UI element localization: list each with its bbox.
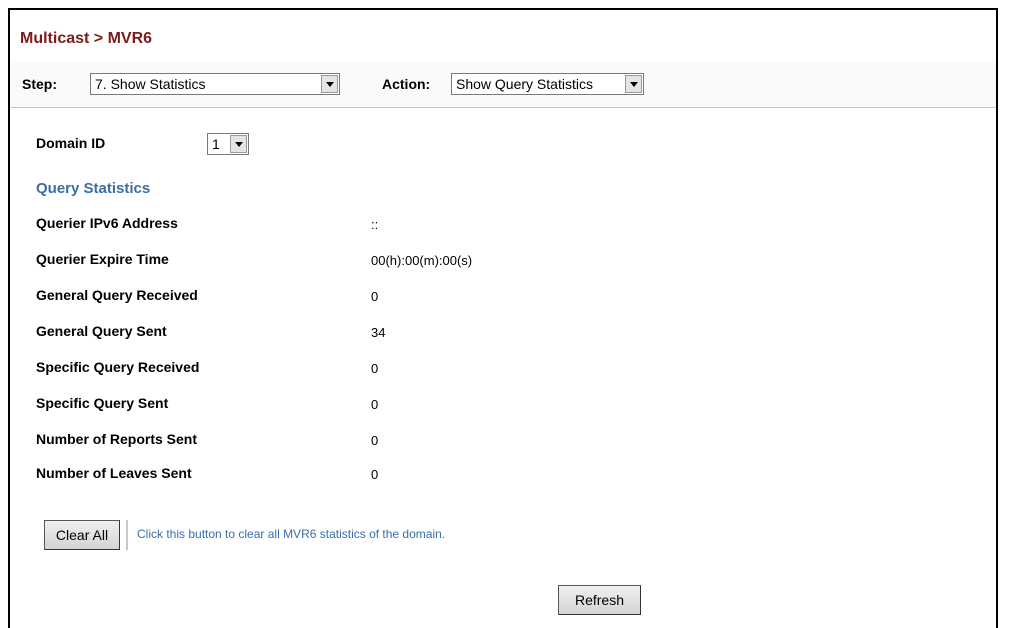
page-title: Multicast > MVR6 bbox=[20, 30, 153, 47]
stat-label: General Query Sent bbox=[36, 323, 167, 339]
domain-id-select[interactable]: 1 bbox=[207, 133, 249, 155]
stat-label: Querier Expire Time bbox=[36, 251, 169, 267]
step-select-value: 7. Show Statistics bbox=[95, 76, 206, 92]
stat-value: 0 bbox=[371, 397, 379, 412]
action-select-value: Show Query Statistics bbox=[456, 76, 593, 92]
stat-label: Specific Query Received bbox=[36, 359, 200, 375]
stat-label: Querier IPv6 Address bbox=[36, 215, 178, 231]
clear-all-button[interactable]: Clear All bbox=[44, 520, 120, 550]
action-label: Action: bbox=[382, 76, 431, 92]
chevron-down-icon bbox=[625, 75, 642, 93]
stat-value: 0 bbox=[371, 467, 379, 482]
domain-id-value: 1 bbox=[212, 136, 220, 152]
stat-value: :: bbox=[371, 217, 379, 232]
clear-all-hint: Click this button to clear all MVR6 stat… bbox=[137, 527, 446, 541]
step-bar: Step: 7. Show Statistics Action: Show Qu… bbox=[10, 62, 996, 108]
stat-value: 0 bbox=[371, 433, 379, 448]
stat-label: Specific Query Sent bbox=[36, 395, 169, 411]
stat-label: Number of Reports Sent bbox=[36, 431, 198, 447]
stat-value: 0 bbox=[371, 289, 379, 304]
stat-label: General Query Received bbox=[36, 287, 198, 303]
step-select[interactable]: 7. Show Statistics bbox=[90, 73, 340, 95]
title-bar: Multicast > MVR6 bbox=[10, 10, 996, 63]
main-panel: Multicast > MVR6 Step: 7. Show Statistic… bbox=[8, 8, 998, 628]
chevron-down-icon bbox=[230, 135, 247, 153]
stat-label: Number of Leaves Sent bbox=[36, 465, 192, 481]
step-label: Step: bbox=[22, 76, 57, 92]
domain-id-label: Domain ID bbox=[36, 135, 106, 151]
stat-value: 00(h):00(m):00(s) bbox=[371, 253, 473, 268]
divider bbox=[126, 520, 128, 550]
stat-value: 0 bbox=[371, 361, 379, 376]
stat-value: 34 bbox=[371, 325, 386, 340]
action-select[interactable]: Show Query Statistics bbox=[451, 73, 644, 95]
chevron-down-icon bbox=[321, 75, 338, 93]
refresh-button[interactable]: Refresh bbox=[558, 585, 641, 615]
section-title: Query Statistics bbox=[36, 180, 151, 197]
